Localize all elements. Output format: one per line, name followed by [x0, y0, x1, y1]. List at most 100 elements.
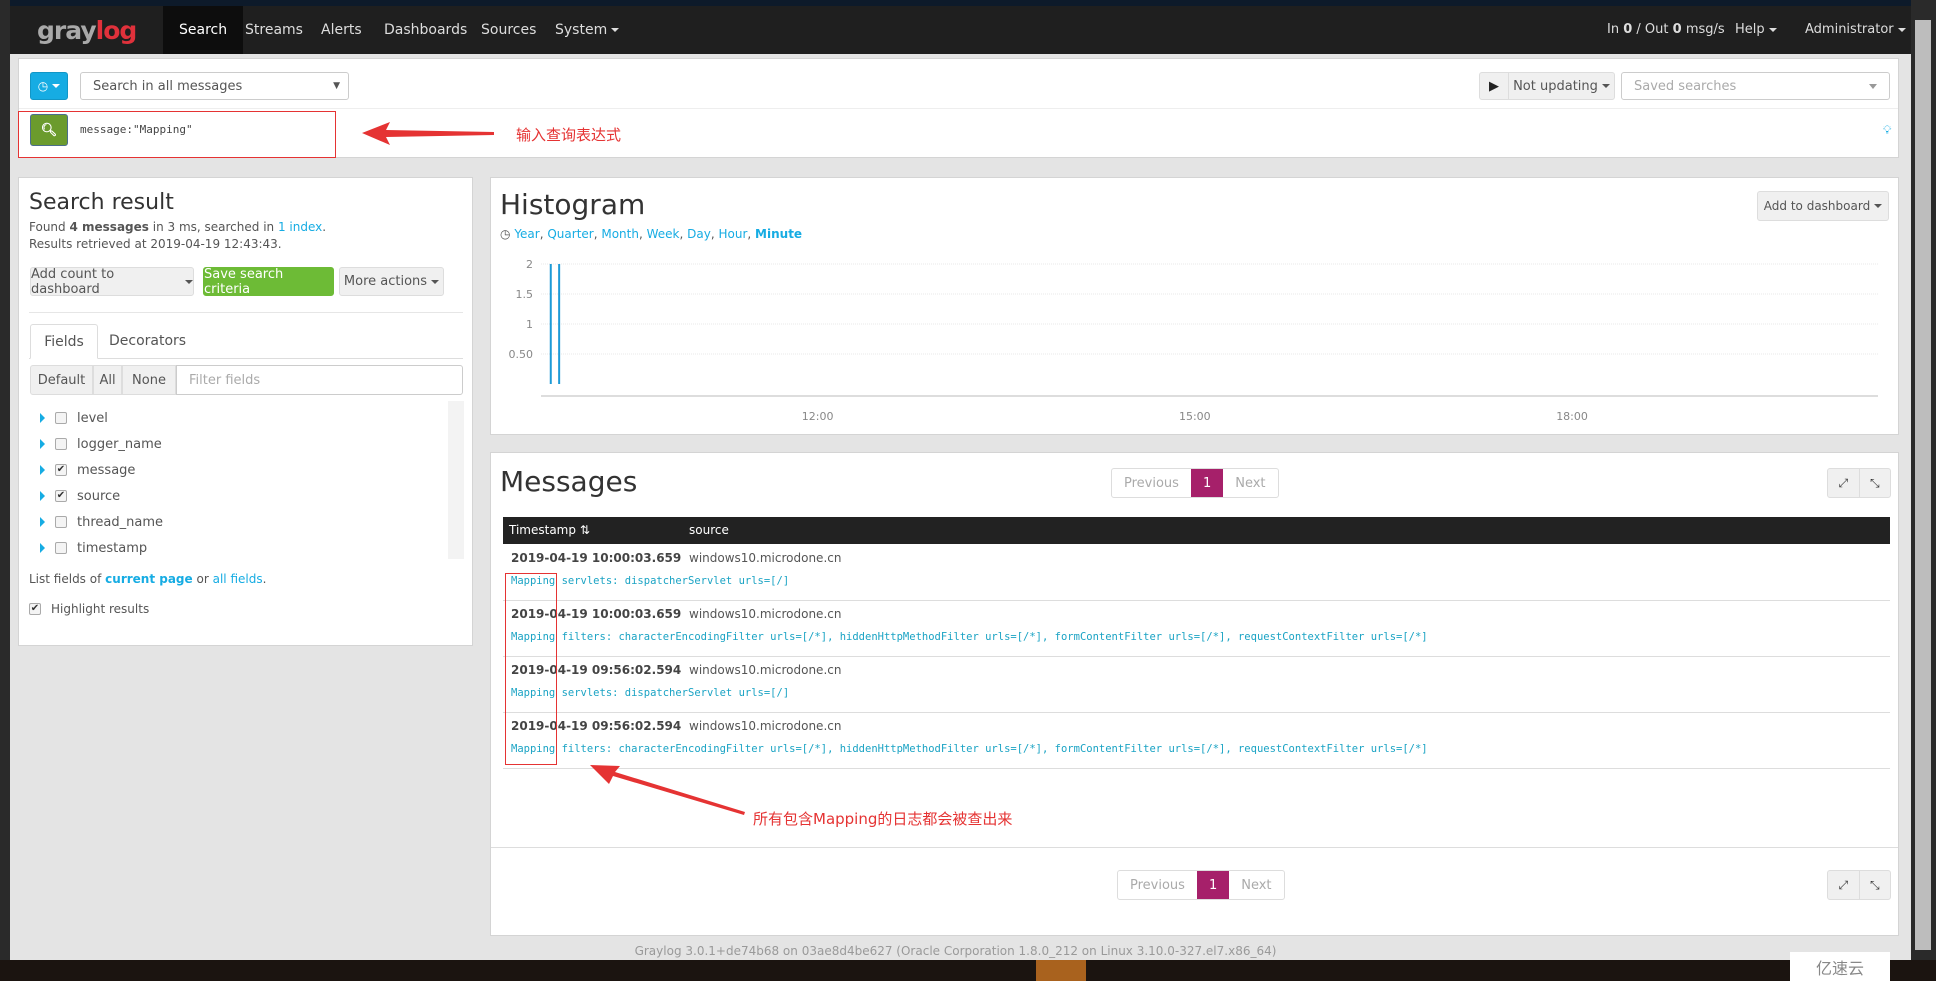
annotation-arrow-result — [590, 765, 745, 815]
stream-select[interactable]: Search in all messages ▼ — [80, 72, 349, 100]
lightbulb-icon[interactable]: 💡︎ — [1883, 123, 1891, 138]
list-fields-text: List fields of current page or all field… — [29, 572, 267, 586]
fields-default-button[interactable]: Default — [30, 365, 93, 395]
saved-searches-select[interactable]: Saved searches — [1621, 72, 1890, 100]
field-checkbox[interactable]: ✔ — [55, 464, 67, 476]
result-summary: Found 4 messages in 3 ms, searched in 1 … — [29, 220, 327, 234]
all-fields-link[interactable]: all fields — [213, 572, 263, 586]
message-source: windows10.microdone.cn — [689, 719, 842, 733]
fields-none-button[interactable]: None — [122, 365, 176, 395]
x-tick-label: 15:00 — [1179, 410, 1211, 423]
y-tick-label: 2 — [526, 258, 533, 271]
play-icon: ▶ — [1489, 78, 1499, 94]
annotation-box-query — [18, 111, 336, 158]
expand-icon — [40, 517, 45, 527]
field-list-scrollbar[interactable] — [448, 401, 464, 559]
previous-button[interactable]: Previous — [1112, 469, 1191, 497]
add-count-to-dashboard-button[interactable]: Add count to dashboard — [30, 267, 194, 297]
column-source[interactable]: source — [689, 523, 729, 537]
expand-icon — [40, 465, 45, 475]
expand-icon — [40, 543, 45, 553]
navbar: graylog Search Streams Alerts Dashboards… — [10, 6, 1911, 54]
dropdown-arrow-icon: ▼ — [333, 81, 340, 91]
next-button[interactable]: Next — [1229, 871, 1283, 899]
histogram-panel: Histogram Add to dashboard ◷ Year, Quart… — [490, 177, 1899, 435]
x-tick-label: 18:00 — [1556, 410, 1588, 423]
next-button[interactable]: Next — [1223, 469, 1277, 497]
expand-controls-bottom: ⤢ ⤡ — [1827, 870, 1891, 900]
message-row[interactable]: 2019-04-19 09:56:02.594 windows10.microdo… — [503, 657, 1890, 713]
y-tick-label: 0.50 — [509, 348, 534, 361]
previous-button[interactable]: Previous — [1118, 871, 1197, 899]
field-checkbox[interactable] — [55, 412, 67, 424]
highlight-checkbox[interactable]: ✔ — [29, 603, 41, 615]
nav-system[interactable]: System — [555, 6, 620, 54]
refresh-dropdown[interactable]: Not updating — [1508, 72, 1615, 100]
annotation-query-note: 输入查询表达式 — [516, 126, 622, 144]
current-page-link[interactable]: current page — [105, 572, 193, 586]
nav-streams[interactable]: Streams — [245, 6, 303, 54]
field-item[interactable]: timestamp — [40, 537, 147, 559]
save-search-criteria-button[interactable]: Save search criteria — [203, 267, 334, 297]
filter-fields-input[interactable]: Filter fields — [176, 365, 463, 395]
field-checkbox[interactable] — [55, 438, 67, 450]
graylog-logo[interactable]: graylog — [37, 16, 137, 45]
annotation-result-note: 所有包含Mapping的日志都会被查出来 — [753, 810, 1013, 828]
index-link[interactable]: 1 index — [278, 220, 322, 234]
message-source: windows10.microdone.cn — [689, 607, 842, 621]
message-row[interactable]: 2019-04-19 10:00:03.659 windows10.microdo… — [503, 545, 1890, 601]
collapse-icon[interactable]: ⤡ — [1858, 871, 1891, 899]
message-text: Mapping filters: characterEncodingFilter… — [511, 743, 1428, 755]
column-timestamp[interactable]: Timestamp ⇅ — [509, 523, 590, 537]
message-row[interactable]: 2019-04-19 10:00:03.659 windows10.microdo… — [503, 601, 1890, 657]
collapse-icon[interactable]: ⤡ — [1858, 469, 1891, 497]
message-timestamp: 2019-04-19 10:00:03.659 — [511, 551, 682, 565]
histogram-chart[interactable]: 0.50 1 1.5 2 12:00 15:00 18:00 — [491, 178, 1900, 436]
nav-alerts[interactable]: Alerts — [321, 6, 362, 54]
field-checkbox[interactable]: ✔ — [55, 490, 67, 502]
more-actions-button[interactable]: More actions — [339, 267, 444, 296]
field-checkbox[interactable] — [55, 542, 67, 554]
message-source: windows10.microdone.cn — [689, 551, 842, 565]
y-tick-label: 1.5 — [516, 288, 534, 301]
nav-sources[interactable]: Sources — [481, 6, 536, 54]
desktop-left-edge — [0, 0, 10, 981]
expand-icon — [40, 439, 45, 449]
play-button[interactable]: ▶ — [1479, 72, 1509, 100]
field-item[interactable]: thread_name — [40, 511, 163, 533]
nav-search[interactable]: Search — [163, 6, 244, 54]
field-list: level logger_name ✔ message ✔ source threa… — [30, 401, 464, 559]
y-tick-label: 1 — [526, 318, 533, 331]
histogram-bar — [558, 264, 561, 384]
expand-controls: ⤢ ⤡ — [1827, 468, 1891, 498]
page-1-button[interactable]: 1 — [1190, 469, 1224, 497]
tab-fields[interactable]: Fields — [30, 324, 98, 359]
time-range-button[interactable]: ◷ — [30, 72, 68, 100]
expand-icon[interactable]: ⤢ — [1828, 871, 1859, 899]
messages-title: Messages — [500, 465, 638, 498]
messages-table-header: Timestamp ⇅ source — [503, 517, 1890, 544]
tab-decorators[interactable]: Decorators — [109, 333, 186, 349]
page-scrollbar[interactable] — [1911, 0, 1936, 960]
field-checkbox[interactable] — [55, 516, 67, 528]
histogram-bar — [549, 264, 552, 384]
field-item[interactable]: ✔ source — [40, 485, 120, 507]
sort-icon[interactable]: ⇅ — [580, 523, 590, 537]
highlight-results[interactable]: ✔ Highlight results — [29, 598, 149, 620]
clock-icon: ◷ — [37, 79, 49, 93]
fields-all-button[interactable]: All — [93, 365, 122, 395]
field-item[interactable]: ✔ message — [40, 459, 135, 481]
message-text: Mapping filters: characterEncodingFilter… — [511, 631, 1428, 643]
page-1-button[interactable]: 1 — [1196, 871, 1230, 899]
help-menu[interactable]: Help — [1735, 6, 1777, 54]
throughput: In 0 / Out 0 msg/s — [1607, 22, 1725, 37]
nav-dashboards[interactable]: Dashboards — [384, 6, 467, 54]
annotation-box-mapping — [505, 573, 557, 765]
results-retrieved: Results retrieved at 2019-04-19 12:43:43… — [29, 237, 282, 251]
pagination-top: Previous 1 Next — [1111, 468, 1279, 498]
user-menu[interactable]: Administrator — [1805, 6, 1906, 54]
search-result-panel: Search result Found 4 messages in 3 ms, … — [18, 177, 473, 646]
expand-icon[interactable]: ⤢ — [1828, 469, 1859, 497]
field-item[interactable]: level — [40, 407, 108, 429]
field-item[interactable]: logger_name — [40, 433, 162, 455]
